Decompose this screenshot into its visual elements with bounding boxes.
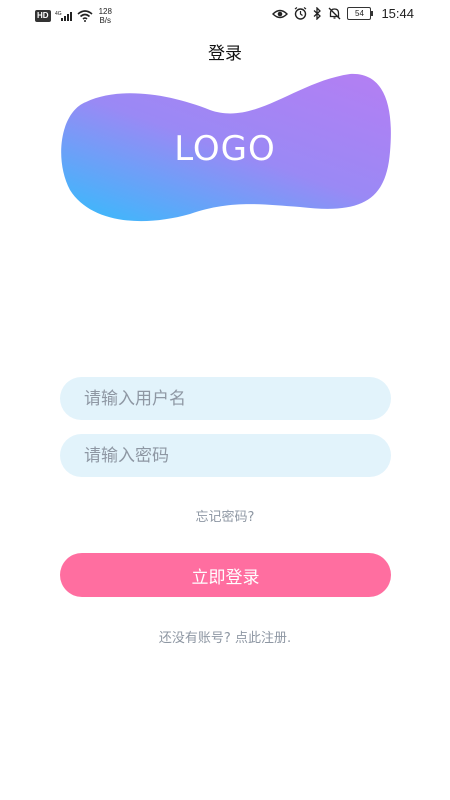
network-speed-unit: B/s <box>99 16 112 25</box>
alarm-icon <box>295 7 307 20</box>
page-title: 登录 <box>208 44 242 64</box>
forgot-password-link[interactable]: 忘记密码? <box>0 506 450 525</box>
status-right: 54 15:44 <box>272 6 414 21</box>
network-speed: 128 B/s <box>99 7 112 25</box>
logo-text: LOGO <box>174 129 276 169</box>
mute-icon <box>328 7 341 20</box>
register-link[interactable]: 还没有账号? 点此注册. <box>0 627 450 646</box>
network-speed-value: 128 <box>98 7 112 16</box>
signal-icon: 4G <box>55 11 72 21</box>
hd-icon: HD <box>35 10 51 22</box>
wifi-icon <box>77 10 93 22</box>
status-bar: HD 4G 128 B/s 54 15:44 <box>0 0 450 30</box>
username-input[interactable] <box>60 377 391 420</box>
svg-text:4G: 4G <box>55 11 62 17</box>
eye-icon <box>272 9 289 18</box>
password-input[interactable] <box>60 434 391 477</box>
bluetooth-icon <box>314 7 322 20</box>
status-left: HD 4G 128 B/s <box>35 7 112 25</box>
status-time: 15:44 <box>381 6 414 21</box>
battery-icon: 54 <box>347 7 374 20</box>
logo: LOGO <box>60 72 394 224</box>
login-button[interactable]: 立即登录 <box>60 553 391 597</box>
